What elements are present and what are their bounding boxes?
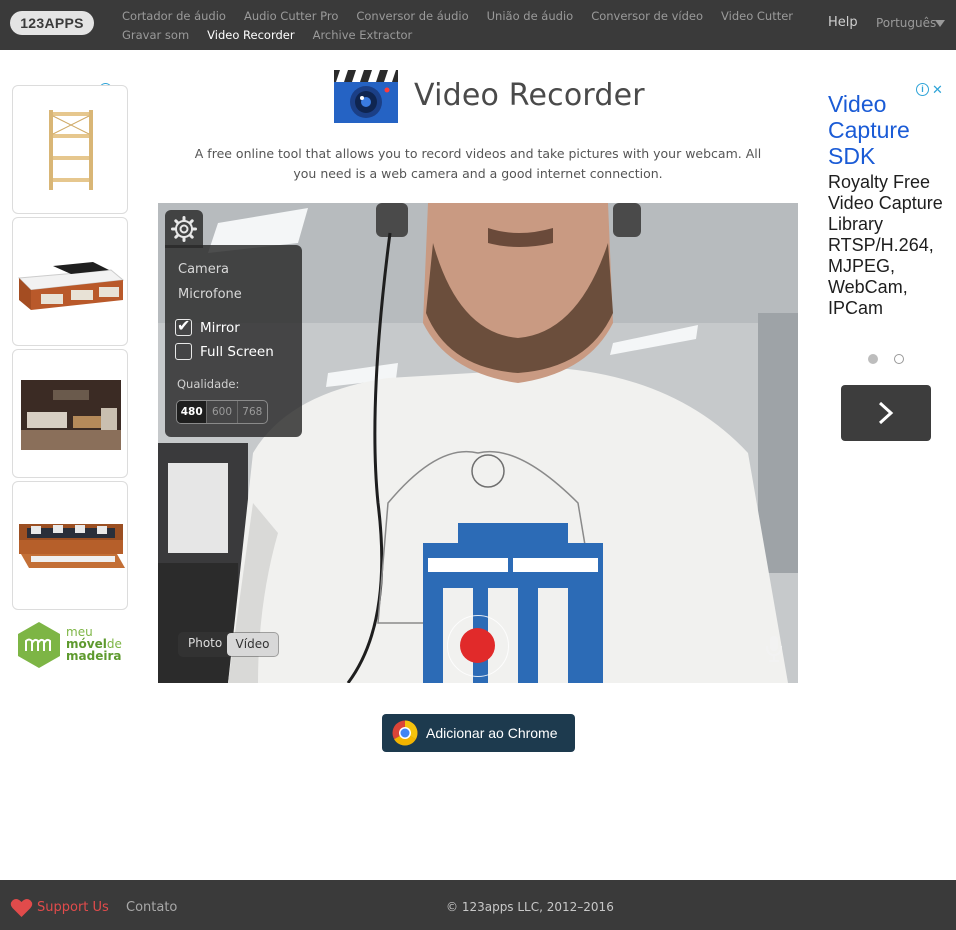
ad-product-shelf[interactable] [12, 85, 128, 214]
carousel-dot-active[interactable] [868, 354, 878, 364]
help-link[interactable]: Help [828, 15, 858, 30]
nav-link-video-cutter[interactable]: Video Cutter [721, 9, 793, 23]
nav-link-gravar-som[interactable]: Gravar som [122, 28, 189, 42]
nav-link-audio-cutter-pro[interactable]: Audio Cutter Pro [244, 9, 338, 23]
chevron-down-icon[interactable] [935, 20, 945, 27]
quality-option-480[interactable]: 480 [177, 401, 208, 423]
settings-panel: Camera Microfone ✔ Mirror Full Screen Qu… [165, 245, 302, 437]
microphone-icon[interactable] [764, 635, 784, 663]
video-recorder-icon [334, 70, 398, 123]
mirror-label: Mirror [200, 320, 240, 336]
add-to-chrome-label: Adicionar ao Chrome [426, 725, 558, 741]
ad-product-daybed[interactable] [12, 481, 128, 610]
nav-link-archive-extractor[interactable]: Archive Extractor [313, 28, 413, 42]
copyright-text: © 123apps LLC, 2012–2016 [446, 900, 614, 914]
nav-link-conversor-audio[interactable]: Conversor de áudio [356, 9, 468, 23]
brand-wordmark: meu móvelde madeira [66, 626, 122, 662]
video-mode-tab[interactable]: Vídeo [227, 633, 278, 656]
gear-icon [171, 216, 197, 242]
heart-icon[interactable] [10, 898, 33, 918]
quality-option-600[interactable]: 600 [207, 401, 238, 423]
brand-word-madeira: madeira [66, 649, 122, 663]
record-button[interactable] [447, 615, 509, 677]
nav-link-cortador-audio[interactable]: Cortador de áudio [122, 9, 226, 23]
camera-preview[interactable]: Camera Microfone ✔ Mirror Full Screen Qu… [158, 203, 798, 683]
microphone-source-option[interactable]: Microfone [178, 287, 242, 302]
carousel-dot[interactable] [894, 354, 904, 364]
ad-body-text: Royalty Free Video Capture Library RTSP/… [828, 172, 943, 318]
brand-logo-meu-movel[interactable]: meu móvelde madeira [17, 621, 127, 669]
page-title: Video Recorder [414, 78, 645, 113]
fullscreen-checkbox-box[interactable] [175, 343, 192, 360]
fullscreen-label: Full Screen [200, 344, 274, 360]
checkmark-icon: ✔ [177, 318, 191, 335]
record-dot-icon [460, 628, 495, 663]
language-selector[interactable]: Português [876, 16, 936, 30]
camera-source-option[interactable]: Camera [178, 262, 229, 277]
quality-label: Qualidade: [177, 377, 240, 391]
ad-carousel-dots [868, 354, 908, 366]
add-to-chrome-button[interactable]: Adicionar ao Chrome [382, 714, 575, 752]
ad-product-bed[interactable] [12, 217, 128, 346]
quality-selector: 480 600 768 [176, 400, 268, 424]
settings-button[interactable] [165, 210, 203, 248]
main-nav: Cortador de áudio Audio Cutter Pro Conve… [122, 6, 802, 44]
app-logo[interactable]: 123APPS [10, 11, 94, 35]
ad-headline[interactable]: Video Capture SDK [828, 91, 938, 169]
footer: Support Us Contato © 123apps LLC, 2012–2… [0, 880, 956, 930]
contact-link[interactable]: Contato [126, 900, 177, 915]
chevron-right-icon [878, 402, 894, 424]
page-description: A free online tool that allows you to re… [194, 146, 762, 181]
shelf-image [49, 110, 93, 190]
ad-product-living-room[interactable] [12, 349, 128, 478]
chrome-icon [392, 720, 418, 746]
photo-mode-tab[interactable]: Photo [188, 636, 222, 650]
nav-link-conversor-video[interactable]: Conversor de vídeo [591, 9, 703, 23]
brand-hexagon-icon [18, 622, 60, 668]
quality-option-768[interactable]: 768 [238, 401, 267, 423]
daybed-image [19, 524, 125, 568]
nav-row-2: Gravar som Video Recorder Archive Extrac… [122, 25, 802, 44]
nav-link-video-recorder[interactable]: Video Recorder [207, 28, 294, 42]
living-room-image [21, 380, 121, 450]
top-bar: 123APPS Cortador de áudio Audio Cutter P… [0, 0, 956, 50]
nav-link-uniao-audio[interactable]: União de áudio [487, 9, 574, 23]
mode-switch: Photo Vídeo [178, 632, 279, 657]
ad-next-button[interactable] [841, 385, 931, 441]
bed-image [17, 262, 125, 310]
nav-row-1: Cortador de áudio Audio Cutter Pro Conve… [122, 6, 802, 25]
support-us-link[interactable]: Support Us [37, 900, 109, 915]
